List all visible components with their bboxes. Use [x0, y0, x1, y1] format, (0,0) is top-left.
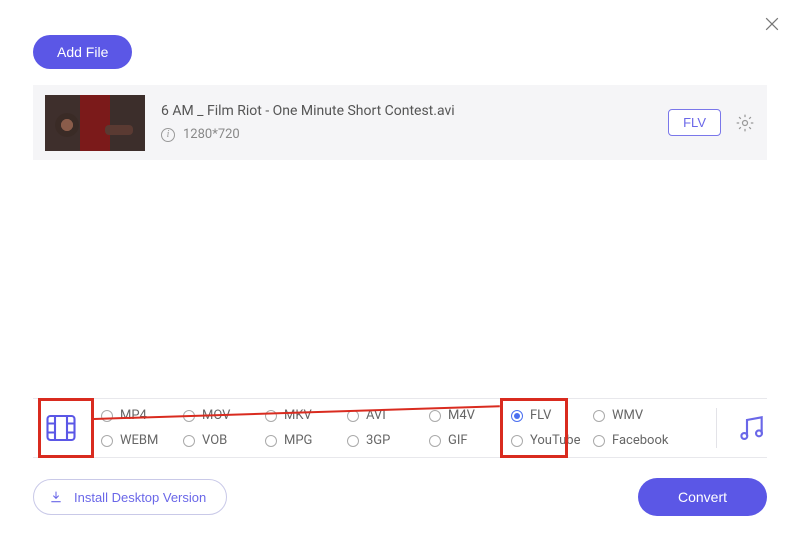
radio-icon: [593, 410, 605, 422]
install-desktop-button[interactable]: Install Desktop Version: [33, 479, 227, 515]
radio-icon: [101, 410, 113, 422]
format-label: MP4: [120, 408, 147, 423]
format-option-flv[interactable]: FLV: [511, 408, 593, 423]
format-option-avi[interactable]: AVI: [347, 408, 429, 423]
radio-icon: [101, 435, 113, 447]
radio-icon: [183, 435, 195, 447]
format-label: VOB: [202, 433, 227, 448]
format-label: FLV: [530, 408, 551, 423]
info-icon[interactable]: i: [161, 128, 175, 142]
add-file-button[interactable]: Add File: [33, 35, 132, 69]
radio-icon: [265, 435, 277, 447]
format-label: MKV: [284, 408, 312, 423]
format-label: M4V: [448, 408, 475, 423]
format-label: YouTube: [530, 433, 581, 448]
video-tab-icon[interactable]: [39, 406, 83, 450]
format-option-m4v[interactable]: M4V: [429, 408, 511, 423]
video-thumbnail[interactable]: [45, 95, 145, 151]
format-option-mp4[interactable]: MP4: [101, 408, 183, 423]
gear-icon[interactable]: [735, 113, 755, 133]
format-option-facebook[interactable]: Facebook: [593, 433, 675, 448]
radio-icon: [265, 410, 277, 422]
format-label: WEBM: [120, 433, 158, 448]
format-label: Facebook: [612, 433, 668, 448]
format-bar: MP4 MOV MKV AVI M4V FLV WMV WEBM VOB MPG 3GP GIF You…: [33, 398, 767, 458]
radio-icon: [593, 435, 605, 447]
format-label: WMV: [612, 408, 643, 423]
format-label: AVI: [366, 408, 386, 423]
audio-tab-icon[interactable]: [735, 412, 767, 444]
radio-icon: [347, 435, 359, 447]
format-option-wmv[interactable]: WMV: [593, 408, 675, 423]
format-option-webm[interactable]: WEBM: [101, 433, 183, 448]
radio-icon: [429, 435, 441, 447]
format-option-gif[interactable]: GIF: [429, 433, 511, 448]
format-option-mkv[interactable]: MKV: [265, 408, 347, 423]
format-option-youtube[interactable]: YouTube: [511, 433, 593, 448]
convert-button[interactable]: Convert: [638, 478, 767, 516]
radio-icon: [347, 410, 359, 422]
format-option-vob[interactable]: VOB: [183, 433, 265, 448]
radio-icon: [511, 435, 523, 447]
radio-icon: [429, 410, 441, 422]
format-option-3gp[interactable]: 3GP: [347, 433, 429, 448]
format-label: GIF: [448, 433, 468, 448]
download-icon: [48, 489, 64, 505]
close-icon[interactable]: [762, 14, 782, 34]
format-badge[interactable]: FLV: [668, 109, 721, 136]
format-option-mpg[interactable]: MPG: [265, 433, 347, 448]
format-label: 3GP: [366, 433, 390, 448]
radio-icon: [183, 410, 195, 422]
format-label: MOV: [202, 408, 230, 423]
format-option-mov[interactable]: MOV: [183, 408, 265, 423]
file-row: 6 AM _ Film Riot - One Minute Short Cont…: [33, 85, 767, 160]
radio-icon: [511, 410, 523, 422]
format-label: MPG: [284, 433, 312, 448]
file-resolution: 1280*720: [183, 127, 240, 142]
divider: [716, 408, 717, 448]
file-title: 6 AM _ Film Riot - One Minute Short Cont…: [161, 103, 668, 119]
install-desktop-label: Install Desktop Version: [74, 490, 206, 505]
